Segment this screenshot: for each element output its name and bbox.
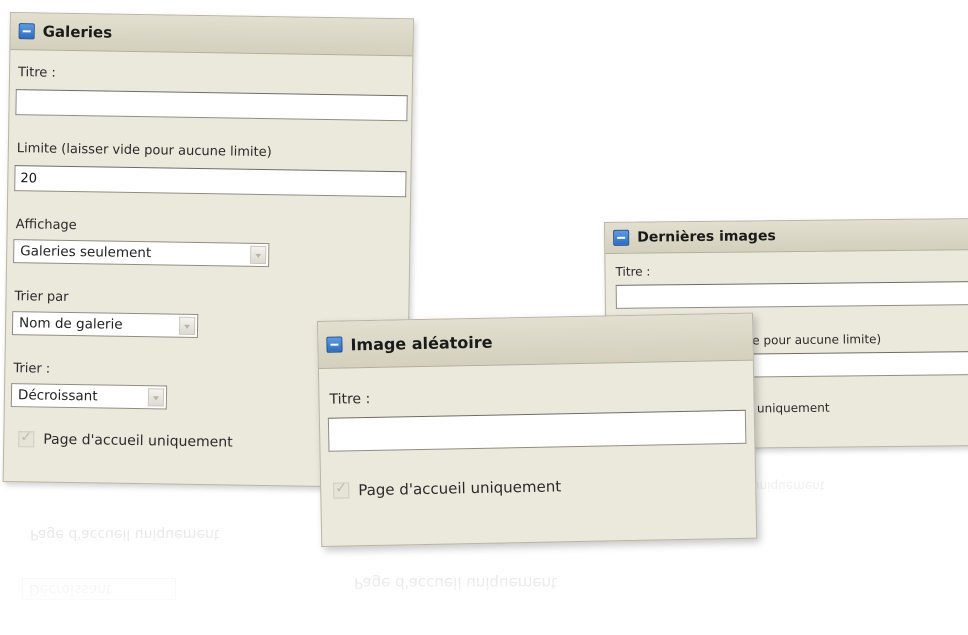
homepage-only-option[interactable]: Page d'accueil uniquement (18, 431, 233, 451)
chevron-down-icon[interactable] (178, 316, 196, 335)
titre-input[interactable] (327, 409, 747, 452)
limite-label: e pour aucune limite) (752, 332, 882, 348)
homepage-only-checkbox[interactable] (333, 482, 350, 499)
affichage-label: Affichage (15, 217, 77, 234)
widget-galeries-title: Galeries (42, 22, 113, 42)
trier-select[interactable]: Décroissant (10, 383, 168, 410)
widget-galeries-header[interactable]: Galeries (10, 13, 413, 57)
reflection-homepage-label: Page d'accueil uniquement (30, 526, 220, 542)
homepage-only-label: uniquement (756, 400, 830, 416)
homepage-only-option[interactable]: Page d'accueil uniquement (333, 477, 561, 499)
chevron-down-icon[interactable] (147, 388, 165, 407)
homepage-only-checkbox[interactable] (18, 431, 35, 448)
widget-image-aleatoire: Image aléatoire Titre : Page d'accueil u… (317, 312, 758, 547)
homepage-only-label: Page d'accueil uniquement (43, 431, 233, 451)
trier-selected-value: Décroissant (17, 387, 98, 405)
collapse-icon[interactable] (326, 336, 343, 353)
limite-label: Limite (laisser vide pour aucune limite) (16, 141, 272, 161)
collapse-icon[interactable] (613, 229, 630, 246)
homepage-only-label: Page d'accueil uniquement (358, 477, 562, 500)
reflection-uniquement-label: uniquement (752, 479, 825, 493)
collapse-icon[interactable] (18, 23, 35, 40)
trier-par-label: Trier par (14, 289, 69, 305)
titre-input[interactable] (615, 281, 968, 309)
dernieres-images-reflection: uniquement (744, 455, 944, 515)
titre-input[interactable] (15, 89, 408, 122)
titre-label: Titre : (615, 264, 651, 279)
image-aleatoire-reflection: Page d'accueil uniquement (324, 552, 744, 632)
chevron-down-icon[interactable] (250, 245, 267, 265)
widget-dernieres-images-title: Dernières images (637, 228, 776, 246)
widget-collage: Galeries Titre : Limite (laisser vide po… (0, 0, 968, 635)
trier-label: Trier : (13, 361, 51, 377)
limite-input[interactable] (14, 165, 407, 198)
titre-label: Titre : (329, 390, 371, 408)
reflection-homepage-label: Page d'accueil uniquement (354, 574, 557, 592)
widget-dernieres-images-header[interactable]: Dernières images (605, 219, 968, 254)
affichage-select[interactable]: Galeries seulement (13, 239, 270, 268)
trier-par-selected-value: Nom de galerie (18, 315, 123, 333)
titre-label: Titre : (17, 65, 56, 81)
reflection-trier-value: Décroissant (29, 581, 112, 597)
trier-par-select[interactable]: Nom de galerie (11, 311, 199, 338)
widget-image-aleatoire-header[interactable]: Image aléatoire (318, 313, 753, 369)
affichage-selected-value: Galeries seulement (20, 243, 152, 262)
widget-image-aleatoire-title: Image aléatoire (350, 332, 493, 354)
galeries-reflection: Page d'accueil uniquement Décroissant (16, 488, 316, 628)
